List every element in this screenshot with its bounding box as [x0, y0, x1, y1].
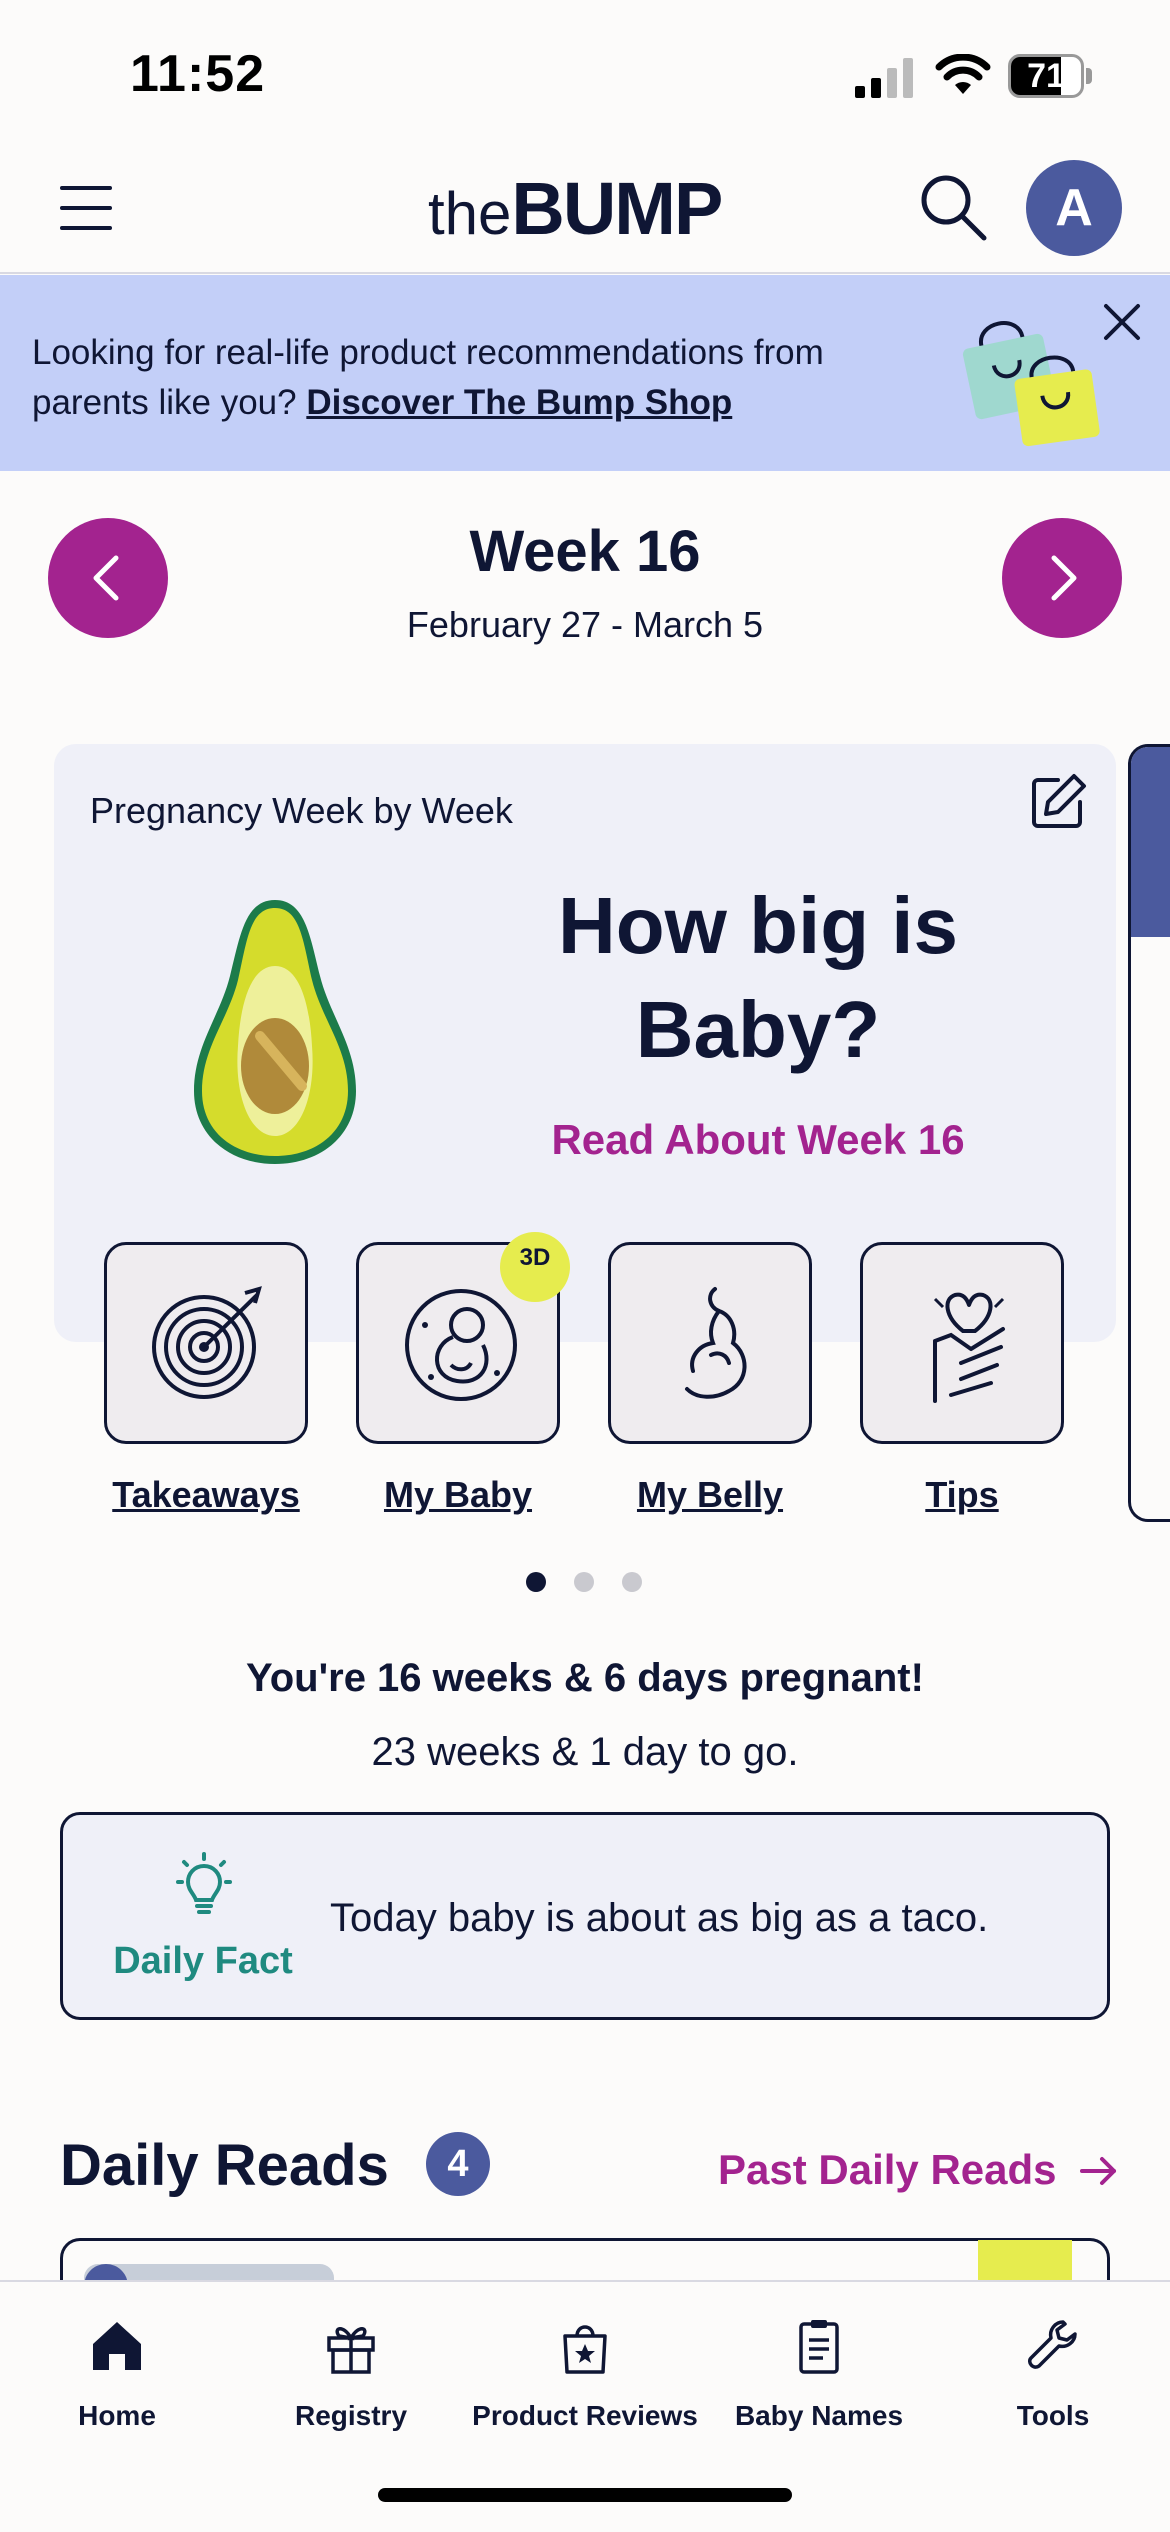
- card-label: Pregnancy Week by Week: [90, 790, 513, 831]
- home-icon: [93, 2322, 141, 2370]
- tab-label-tools: Tools: [1016, 2400, 1090, 2431]
- edit-icon[interactable]: [1028, 772, 1088, 832]
- tab-label-home: Home: [78, 2400, 156, 2431]
- daily-fact-label: Daily Fact: [113, 1940, 293, 1982]
- tile-label-my-baby[interactable]: My Baby: [338, 1474, 578, 1516]
- discover-shop-link[interactable]: Discover The Bump Shop: [306, 383, 732, 422]
- pregnancy-progress: You're 16 weeks & 6 days pregnant!: [246, 1656, 924, 1700]
- week-dates: February 27 - March 5: [406, 604, 764, 645]
- pagination-dot[interactable]: [622, 1572, 642, 1592]
- tile-label-my-belly[interactable]: My Belly: [590, 1474, 830, 1516]
- tab-registry[interactable]: Registry: [234, 2300, 468, 2450]
- daily-fact-text: Today baby is about as big as a taco.: [330, 1896, 989, 1940]
- tile-my-belly[interactable]: [608, 1242, 812, 1444]
- 3d-badge-label: 3D: [519, 1244, 551, 1271]
- next-week-button[interactable]: [1002, 518, 1122, 638]
- tile-label-tips[interactable]: Tips: [842, 1474, 1082, 1516]
- tab-tools[interactable]: Tools: [936, 2300, 1170, 2450]
- shopping-bags-icon: [962, 321, 1100, 447]
- chevron-right-icon: [1051, 555, 1077, 601]
- review-bag-icon: [563, 2325, 607, 2374]
- status-time: 11:52: [130, 45, 266, 103]
- wifi-icon: [935, 54, 991, 94]
- weeks-to-go: 23 weeks & 1 day to go.: [371, 1730, 799, 1774]
- target-icon: [152, 1286, 262, 1399]
- avatar[interactable]: A: [1026, 160, 1122, 256]
- card-heading-line2: Baby?: [635, 985, 881, 1074]
- tab-baby-names[interactable]: Baby Names: [702, 2300, 936, 2450]
- read-about-week-link[interactable]: Read About Week 16: [470, 1116, 1046, 1164]
- tile-tips[interactable]: [860, 1242, 1064, 1444]
- wrench-icon: [1027, 2320, 1077, 2369]
- tile-label-takeaways[interactable]: Takeaways: [86, 1474, 326, 1516]
- avocado-icon: [194, 900, 356, 1164]
- banner-text: Looking for real-life product recommenda…: [32, 328, 932, 428]
- arrow-right-icon[interactable]: [1078, 2150, 1120, 2192]
- 3d-badge: 3D: [500, 1232, 570, 1302]
- daily-reads-title: Daily Reads: [60, 2133, 389, 2198]
- home-indicator: [378, 2488, 792, 2502]
- pagination-dot[interactable]: [526, 1572, 546, 1592]
- past-daily-reads-link[interactable]: Past Daily Reads: [718, 2146, 1057, 2194]
- card-heading-line1: How big is: [558, 881, 958, 970]
- pagination-dot[interactable]: [574, 1572, 594, 1592]
- signal-icon: [855, 58, 913, 98]
- logo-the: the: [428, 180, 512, 247]
- tab-label-registry: Registry: [294, 2400, 408, 2431]
- clipboard-icon: [799, 2320, 839, 2374]
- tab-product-reviews[interactable]: Product Reviews: [468, 2300, 702, 2450]
- week-title: Week 16: [469, 519, 701, 584]
- tile-takeaways[interactable]: [104, 1242, 308, 1444]
- card-heading: How big is Baby?: [470, 874, 1046, 1082]
- pregnant-belly-icon: [685, 1287, 747, 1399]
- heart-hand-icon: [933, 1292, 1005, 1403]
- baby-fetus-icon: [405, 1289, 517, 1401]
- close-icon[interactable]: [1100, 300, 1144, 344]
- next-carousel-card[interactable]: [1128, 744, 1170, 1522]
- menu-icon[interactable]: [58, 180, 114, 236]
- gift-icon: [327, 2327, 375, 2374]
- search-icon[interactable]: [918, 172, 988, 242]
- logo-bump: BUMP: [511, 167, 723, 250]
- app-logo[interactable]: theBUMP: [428, 166, 723, 250]
- tab-label-baby-names: Baby Names: [734, 2400, 904, 2431]
- battery-level: 71: [1027, 57, 1065, 95]
- tab-home[interactable]: Home: [0, 2300, 234, 2450]
- tab-label-product-reviews: Product Reviews: [472, 2400, 698, 2431]
- battery-icon: 71: [1008, 54, 1092, 98]
- daily-reads-count-badge: 4: [426, 2132, 490, 2196]
- lightbulb-icon: [176, 1852, 232, 1914]
